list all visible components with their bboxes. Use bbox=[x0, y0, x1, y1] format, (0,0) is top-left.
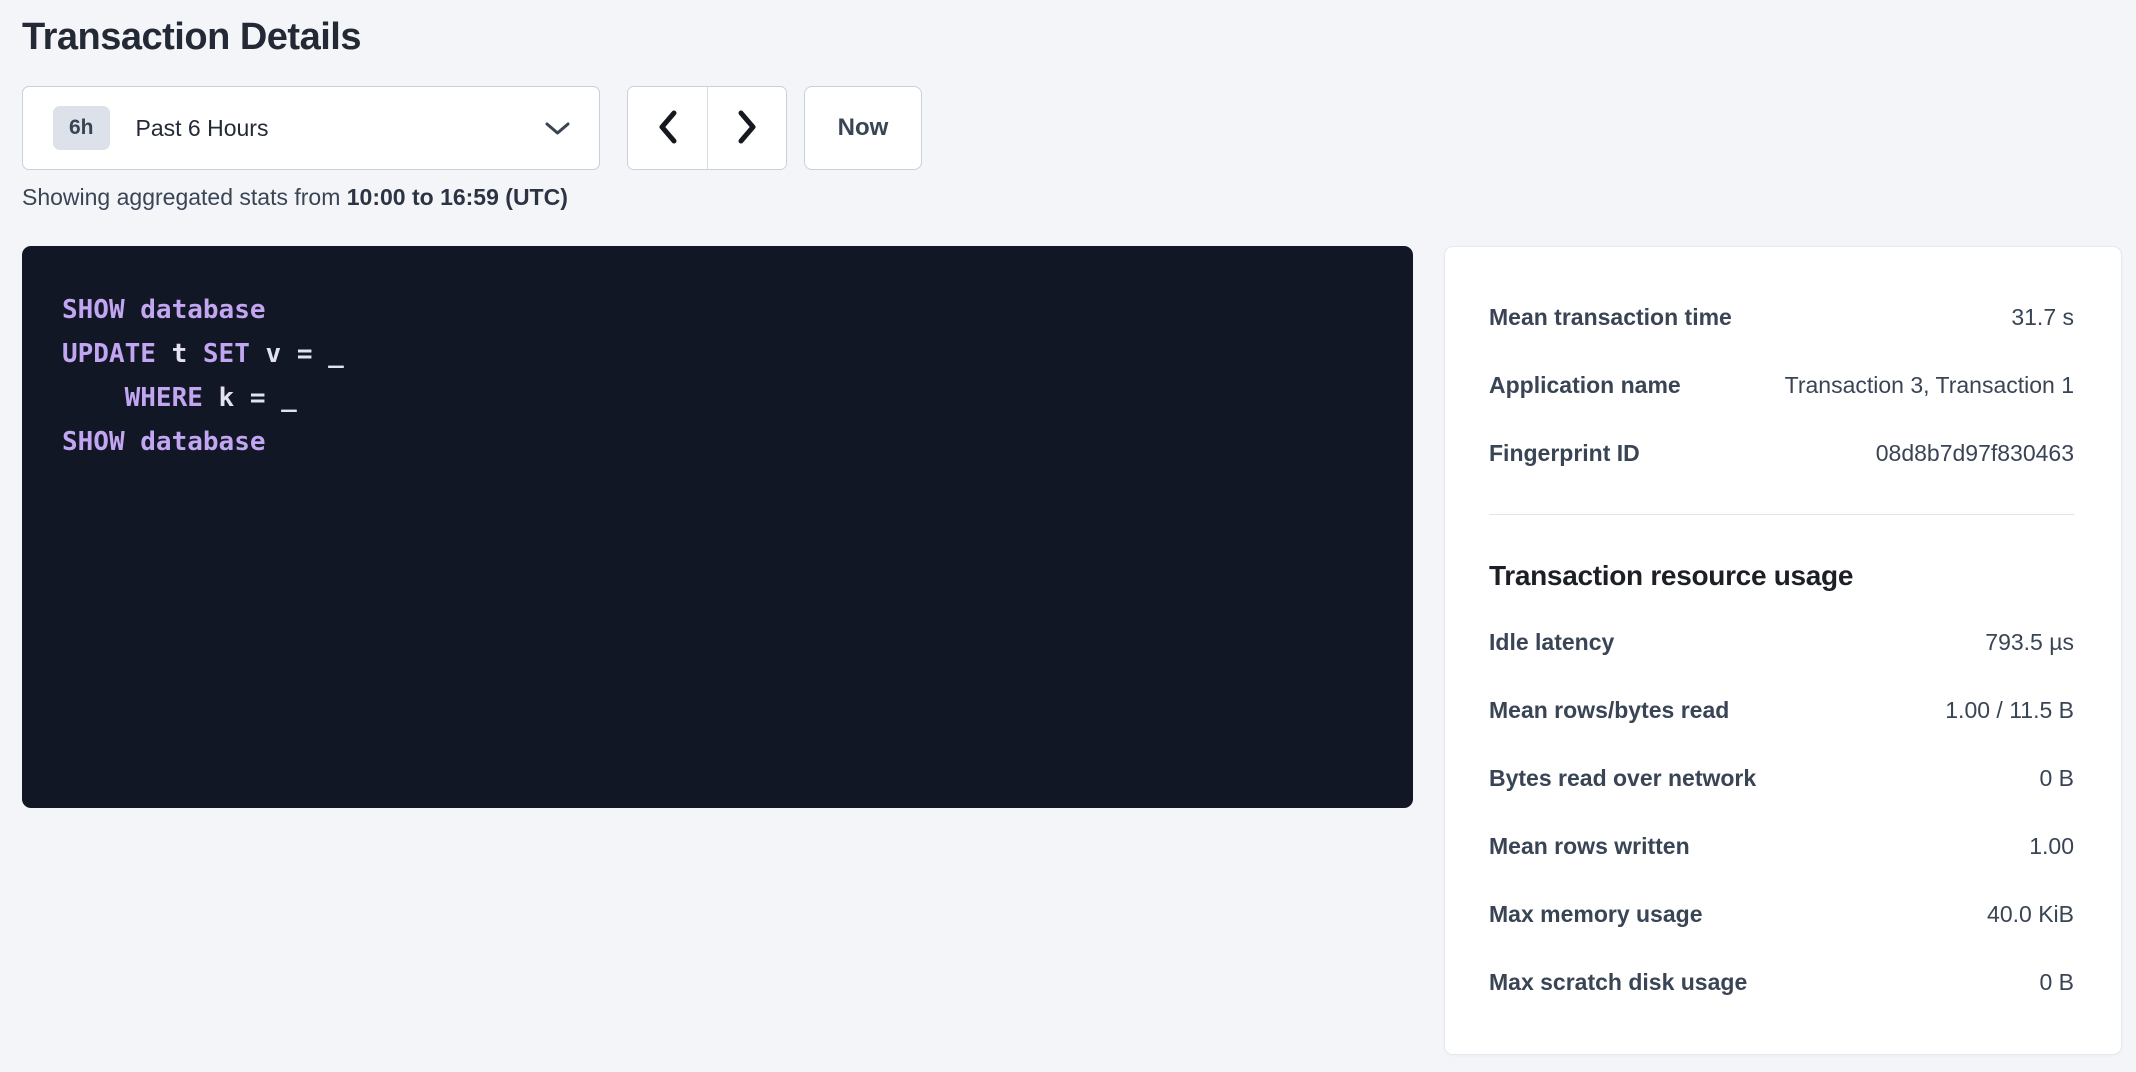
summary-rows: Mean transaction time 31.7 s Application n… bbox=[1489, 283, 2074, 487]
row-value: 1.00 bbox=[2029, 833, 2074, 860]
row-value: 08d8b7d97f830463 bbox=[1876, 440, 2074, 467]
card-divider bbox=[1489, 514, 2074, 515]
row-label: Application name bbox=[1489, 372, 1701, 399]
detail-row: Bytes read over network 0 B bbox=[1489, 744, 2074, 812]
time-step-buttons bbox=[627, 86, 787, 170]
detail-row: Max scratch disk usage 0 B bbox=[1489, 948, 2074, 1016]
next-time-button[interactable] bbox=[707, 87, 786, 169]
sql-line: UPDATE t SET v = _ bbox=[62, 332, 1373, 376]
detail-row: Fingerprint ID 08d8b7d97f830463 bbox=[1489, 419, 2074, 487]
previous-time-button[interactable] bbox=[628, 87, 707, 169]
detail-row: Mean rows written 1.00 bbox=[1489, 812, 2074, 880]
time-controls: 6h Past 6 Hours bbox=[22, 86, 922, 170]
detail-row: Application name Transaction 3, Transacti… bbox=[1489, 351, 2074, 419]
page-title: Transaction Details bbox=[22, 16, 361, 59]
row-value: 793.5 µs bbox=[1985, 629, 2074, 656]
chevron-down-icon bbox=[544, 120, 571, 137]
row-label: Mean transaction time bbox=[1489, 304, 1752, 331]
row-value: 40.0 KiB bbox=[1987, 901, 2074, 928]
row-label: Mean rows/bytes read bbox=[1489, 697, 1749, 724]
row-value: 1.00 / 11.5 B bbox=[1945, 697, 2074, 724]
detail-row: Max memory usage 40.0 KiB bbox=[1489, 880, 2074, 948]
time-range-dropdown[interactable]: 6h Past 6 Hours bbox=[22, 86, 600, 170]
time-range-badge: 6h bbox=[53, 106, 110, 150]
chevron-left-icon bbox=[656, 109, 680, 148]
aggregated-stats-caption: Showing aggregated stats from 10:00 to 1… bbox=[22, 184, 568, 211]
row-value: 0 B bbox=[2039, 765, 2074, 792]
caption-prefix: Showing aggregated stats from bbox=[22, 184, 347, 210]
row-label: Fingerprint ID bbox=[1489, 440, 1660, 467]
time-range-label: Past 6 Hours bbox=[136, 115, 269, 142]
detail-row: Mean transaction time 31.7 s bbox=[1489, 283, 2074, 351]
sql-statements: SHOW databaseUPDATE t SET v = _ WHERE k … bbox=[22, 246, 1413, 808]
row-value: 31.7 s bbox=[2011, 304, 2074, 331]
resource-usage-rows: Idle latency 793.5 µs Mean rows/bytes read… bbox=[1489, 608, 2074, 1016]
sql-line: SHOW database bbox=[62, 420, 1373, 464]
detail-row: Mean rows/bytes read 1.00 / 11.5 B bbox=[1489, 676, 2074, 744]
transaction-details-card: Mean transaction time 31.7 s Application n… bbox=[1444, 246, 2122, 1055]
row-label: Idle latency bbox=[1489, 629, 1634, 656]
now-button[interactable]: Now bbox=[804, 86, 922, 170]
row-label: Mean rows written bbox=[1489, 833, 1710, 860]
transaction-details-page: Transaction Details 6h Past 6 Hours bbox=[0, 0, 2136, 1072]
sql-line: WHERE k = _ bbox=[62, 376, 1373, 420]
row-value: 0 B bbox=[2039, 969, 2074, 996]
row-label: Bytes read over network bbox=[1489, 765, 1776, 792]
sql-line: SHOW database bbox=[62, 288, 1373, 332]
resource-usage-heading: Transaction resource usage bbox=[1489, 561, 2074, 591]
detail-row: Idle latency 793.5 µs bbox=[1489, 608, 2074, 676]
row-label: Max memory usage bbox=[1489, 901, 1722, 928]
chevron-right-icon bbox=[735, 109, 759, 148]
row-label: Max scratch disk usage bbox=[1489, 969, 1767, 996]
row-value: Transaction 3, Transaction 1 bbox=[1785, 372, 2074, 399]
caption-time-range: 10:00 to 16:59 (UTC) bbox=[347, 184, 568, 210]
